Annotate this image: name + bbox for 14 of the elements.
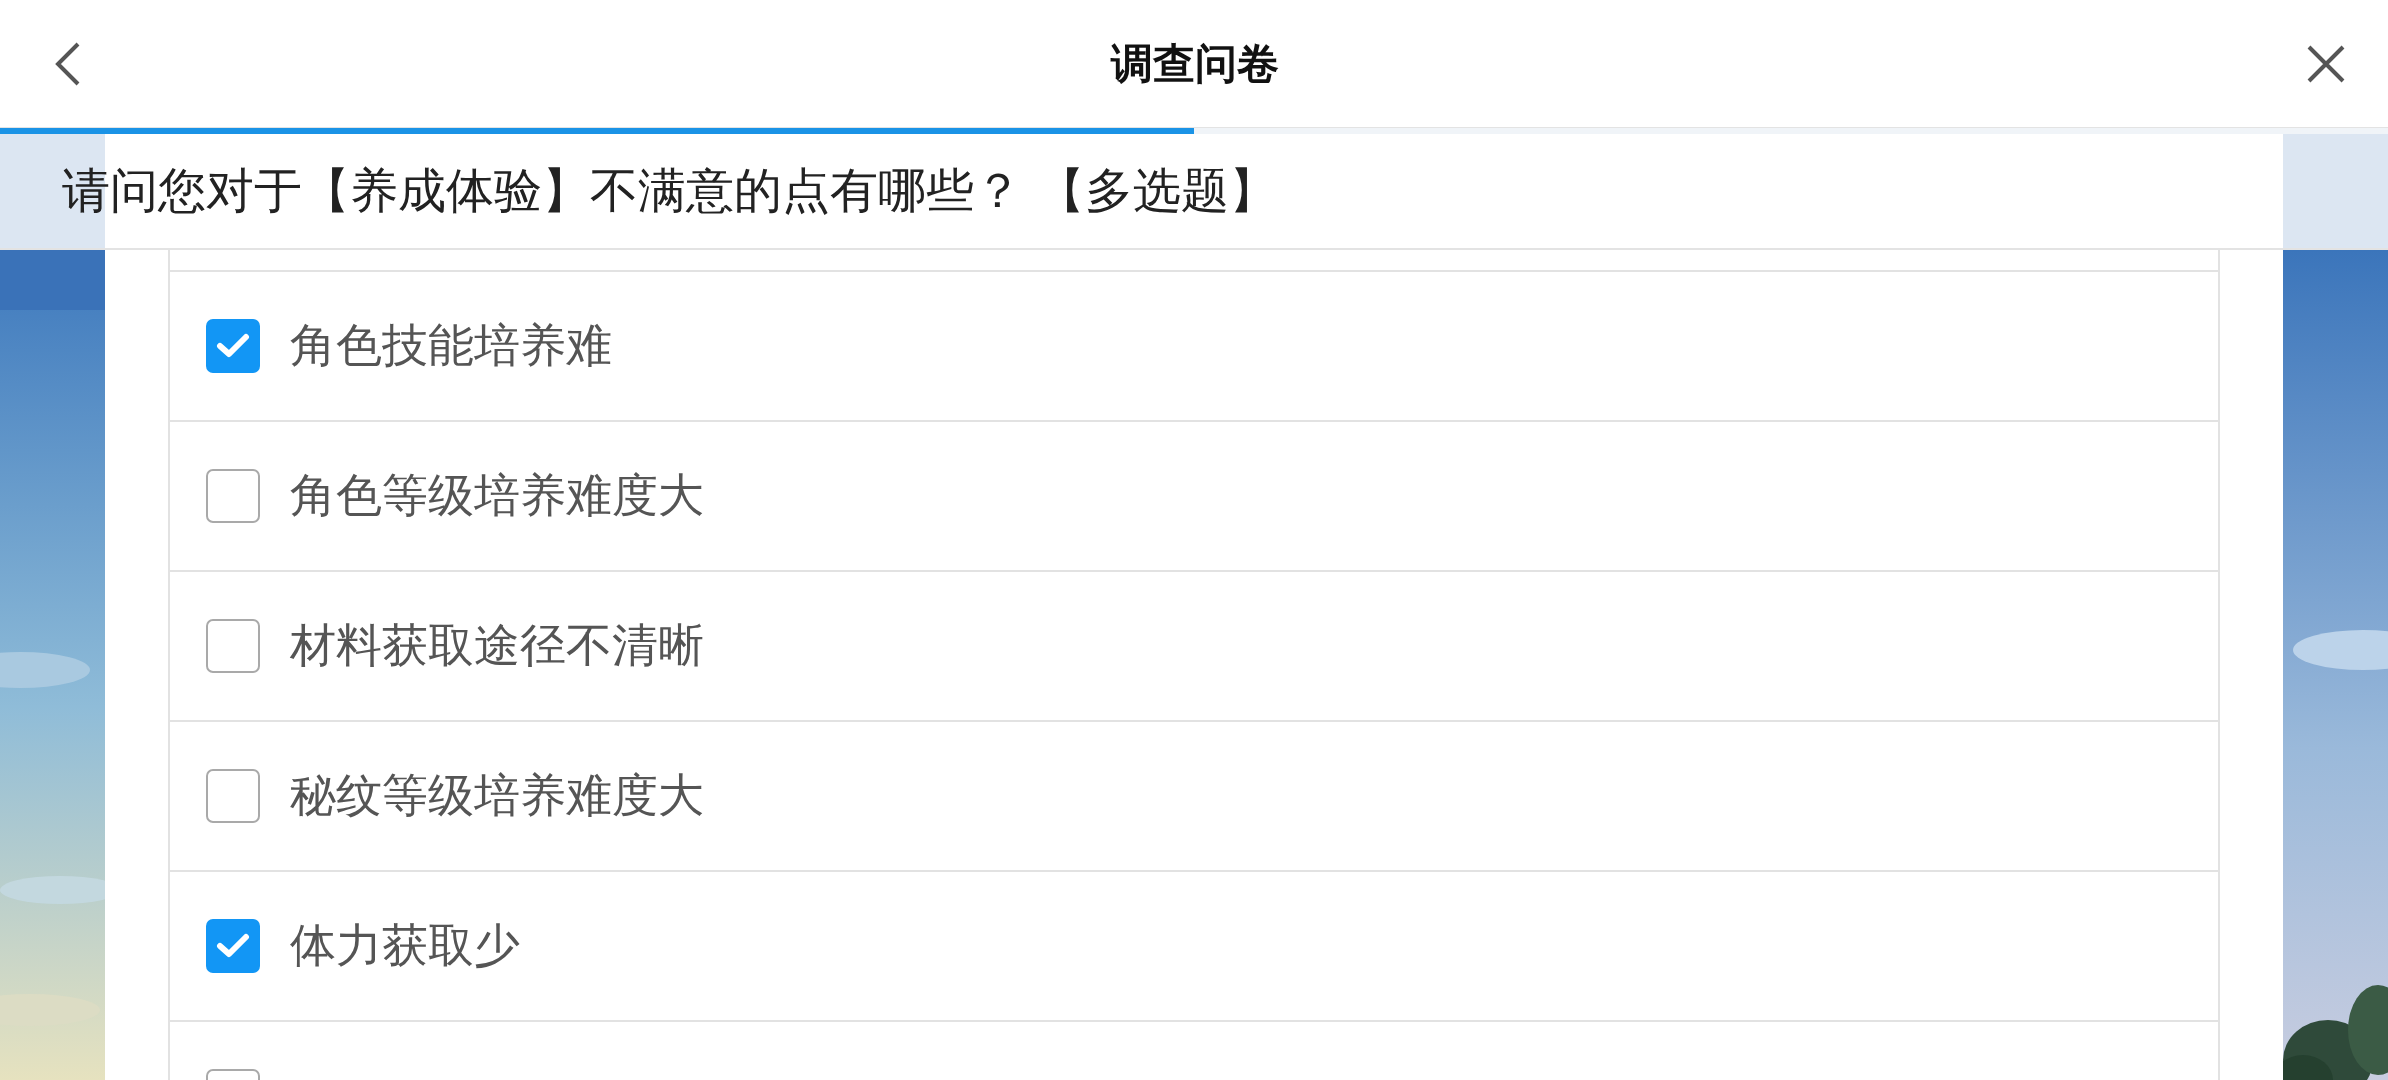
option-label[interactable]: 角色等级培养难度大	[290, 465, 704, 527]
window-title: 调查问卷	[1111, 37, 1279, 90]
option-label[interactable]: 秘纹等级培养难度大	[290, 765, 704, 827]
option-label[interactable]: 体力获取少	[290, 915, 520, 977]
question-text: 请问您对于【养成体验】不满意的点有哪些？ 【多选题】	[62, 161, 1278, 220]
checkbox[interactable]	[206, 619, 260, 673]
checkmark-icon	[216, 332, 250, 360]
checkbox[interactable]	[206, 919, 260, 973]
checkbox[interactable]	[206, 319, 260, 373]
option-label[interactable]: 材料获取途径不清晰	[290, 615, 704, 677]
checkbox[interactable]	[206, 769, 260, 823]
option-label[interactable]: 角色技能培养难	[290, 315, 612, 377]
checkbox[interactable]	[206, 469, 260, 523]
checkmark-icon	[216, 932, 250, 960]
